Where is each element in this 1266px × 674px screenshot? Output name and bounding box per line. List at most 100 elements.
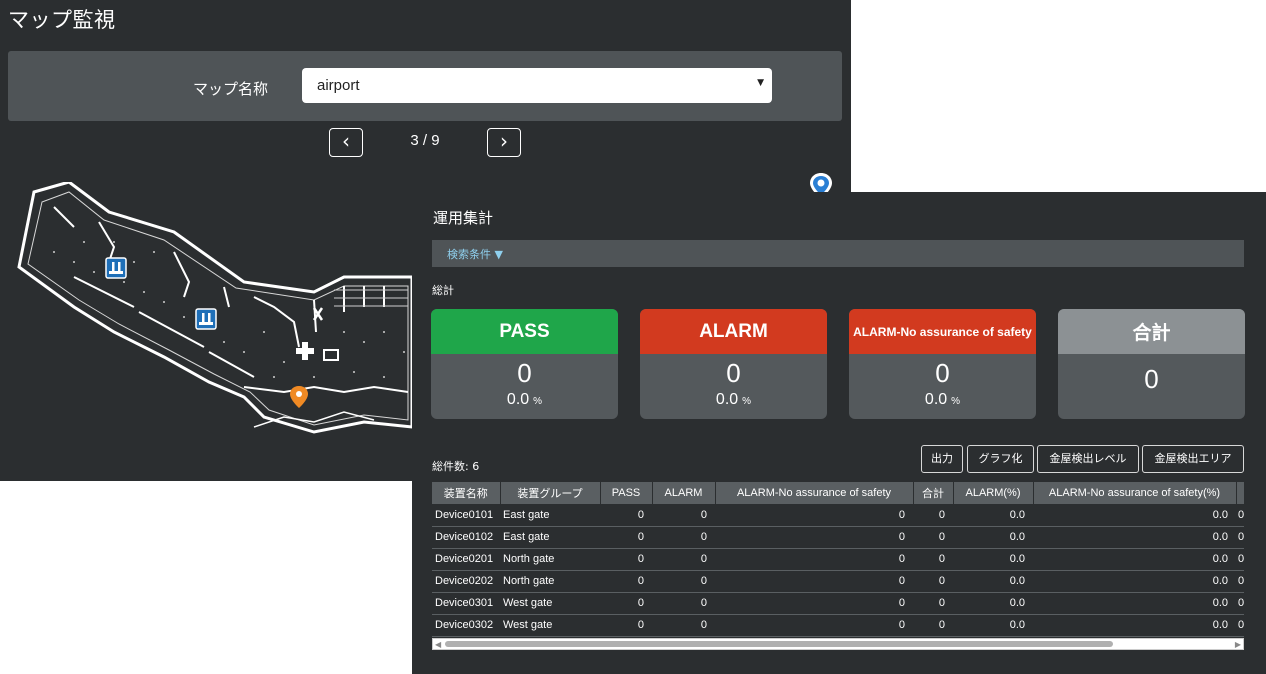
table-cell: Device0202 — [432, 570, 500, 593]
table-cell: West gate — [500, 592, 600, 615]
column-header[interactable]: PASS — [600, 482, 653, 504]
column-header[interactable]: 装置名称 — [432, 482, 501, 504]
column-header[interactable]: ALARM-No assurance of safety(%) — [1033, 482, 1237, 504]
page-indicator: 3 / 9 — [410, 132, 440, 149]
page-title: マップ監視 — [8, 8, 116, 32]
table-cell: 0.0 — [1033, 548, 1236, 571]
table-cell: 0 — [652, 548, 715, 571]
search-conditions-bar[interactable]: 検索条件 ▼ — [432, 240, 1244, 267]
table-row[interactable]: Device0301 West gate 0 0 0 0 0.0 0.0 0 — [432, 592, 1244, 615]
table-cell: 0 — [652, 504, 715, 527]
table-cell: Device0101 — [432, 504, 500, 527]
totals-heading: 総計 — [432, 284, 454, 297]
total-card-label: 合計 — [1058, 309, 1245, 354]
table-cell: 0.0 — [953, 570, 1033, 593]
table-row[interactable]: Device0102 East gate 0 0 0 0 0.0 0.0 0 — [432, 526, 1244, 549]
export-button[interactable]: 出力 — [921, 445, 963, 473]
alarm-no-safety-card: ALARM-No assurance of safety 0 0.0% — [849, 309, 1036, 419]
table-cell: 0 — [652, 592, 715, 615]
caret-down-icon: ▼ — [757, 78, 764, 88]
table-cell: 0.0 — [953, 504, 1033, 527]
table-cell: 0 — [913, 614, 953, 637]
detection-area-button[interactable]: 金屋検出エリア — [1142, 445, 1244, 473]
table-cell: Device0102 — [432, 526, 500, 549]
table-cell: 0.0 — [953, 614, 1033, 637]
table-cell: East gate — [500, 526, 600, 549]
prev-page-button[interactable]: ‹ — [329, 128, 363, 157]
device-summary-table: 装置名称 装置グループ PASS ALARM ALARM-No assuranc… — [432, 482, 1245, 637]
table-cell: 0 — [913, 570, 953, 593]
table-row[interactable]: Device0302 West gate 0 0 0 0 0.0 0.0 0 — [432, 614, 1244, 637]
chevron-right-icon: › — [500, 129, 508, 153]
graph-button[interactable]: グラフ化 — [967, 445, 1034, 473]
table-cell: 0 — [715, 570, 913, 593]
table-cell: 0 — [652, 526, 715, 549]
pass-percent: 0.0% — [506, 391, 543, 408]
table-cell: Device0301 — [432, 592, 500, 615]
table-header-row: 装置名称 装置グループ PASS ALARM ALARM-No assuranc… — [432, 482, 1245, 504]
table-cell: 0 — [1236, 504, 1244, 527]
table-cell: 0 — [715, 592, 913, 615]
table-row[interactable]: Device0202 North gate 0 0 0 0 0.0 0.0 0 — [432, 570, 1244, 593]
table-cell: 0 — [652, 570, 715, 593]
table-row[interactable]: Device0101 East gate 0 0 0 0 0.0 0.0 0 — [432, 504, 1244, 527]
pass-card: PASS 0 0.0% — [431, 309, 618, 419]
gate-icon[interactable] — [105, 257, 127, 279]
table-cell: 0.0 — [1033, 592, 1236, 615]
table-cell: 0.0 — [1033, 526, 1236, 549]
alarm-no-safety-percent: 0.0% — [924, 391, 961, 408]
table-cell: 0.0 — [1033, 614, 1236, 637]
table-cell: 0 — [600, 526, 652, 549]
column-header[interactable]: ALARM-No assurance of safety — [715, 482, 914, 504]
table-cell: 0 — [715, 504, 913, 527]
table-cell: West gate — [500, 614, 600, 637]
table-cell: 0.0 — [1033, 504, 1236, 527]
alarm-card: ALARM 0 0.0% — [640, 309, 827, 419]
scroll-left-arrow-icon[interactable]: ◀ — [435, 640, 441, 649]
operations-summary-window: 運用集計 検索条件 ▼ 総計 PASS 0 0.0% ALARM 0 0.0% … — [412, 192, 1266, 674]
next-page-button[interactable]: › — [487, 128, 521, 157]
table-cell: 0 — [1236, 614, 1244, 637]
scrollbar-thumb[interactable] — [445, 641, 1113, 647]
table-cell: 0 — [600, 592, 652, 615]
column-header[interactable]: ALARM(%) — [953, 482, 1034, 504]
table-cell: 0 — [652, 614, 715, 637]
table-cell: 0 — [1236, 570, 1244, 593]
table-cell: 0 — [715, 614, 913, 637]
table-cell: 0 — [1236, 526, 1244, 549]
record-count: 総件数: 6 — [432, 460, 480, 473]
chevron-left-icon: ‹ — [342, 129, 350, 153]
alarm-card-label: ALARM — [640, 309, 827, 354]
map-name-select[interactable]: airport ▼ — [302, 68, 772, 103]
total-count: 0 — [1144, 364, 1159, 394]
location-marker-icon[interactable] — [290, 386, 308, 408]
table-cell: 0 — [913, 504, 953, 527]
detection-level-button[interactable]: 金屋検出レベル — [1037, 445, 1139, 473]
table-cell: 0 — [715, 526, 913, 549]
search-conditions-toggle[interactable]: 検索条件 ▼ — [447, 246, 503, 262]
scroll-right-arrow-icon[interactable]: ▶ — [1235, 640, 1241, 649]
table-cell: Device0302 — [432, 614, 500, 637]
column-header[interactable]: ALARM — [652, 482, 716, 504]
table-row[interactable]: Device0201 North gate 0 0 0 0 0.0 0.0 0 — [432, 548, 1244, 571]
table-cell: 0 — [1236, 592, 1244, 615]
map-filter-panel: マップ名称 airport ▼ — [8, 51, 842, 121]
table-cell: 0.0 — [953, 548, 1033, 571]
column-header[interactable]: 合計 — [913, 482, 954, 504]
gate-icon[interactable] — [195, 308, 217, 330]
table-cell: 0 — [600, 614, 652, 637]
table-cell: North gate — [500, 570, 600, 593]
table-cell: 0 — [913, 548, 953, 571]
alarm-no-safety-count: 0 — [935, 358, 950, 388]
map-name-label: マップ名称 — [193, 80, 269, 98]
summary-title: 運用集計 — [433, 209, 494, 227]
column-header[interactable] — [1236, 482, 1245, 504]
table-cell: North gate — [500, 548, 600, 571]
pass-count: 0 — [517, 358, 532, 388]
floor-map[interactable] — [14, 182, 414, 442]
table-cell: 0.0 — [1033, 570, 1236, 593]
horizontal-scrollbar[interactable]: ◀ ▶ — [432, 638, 1244, 650]
column-header[interactable]: 装置グループ — [500, 482, 601, 504]
table-cell: 0 — [600, 548, 652, 571]
table-cell: Device0201 — [432, 548, 500, 571]
